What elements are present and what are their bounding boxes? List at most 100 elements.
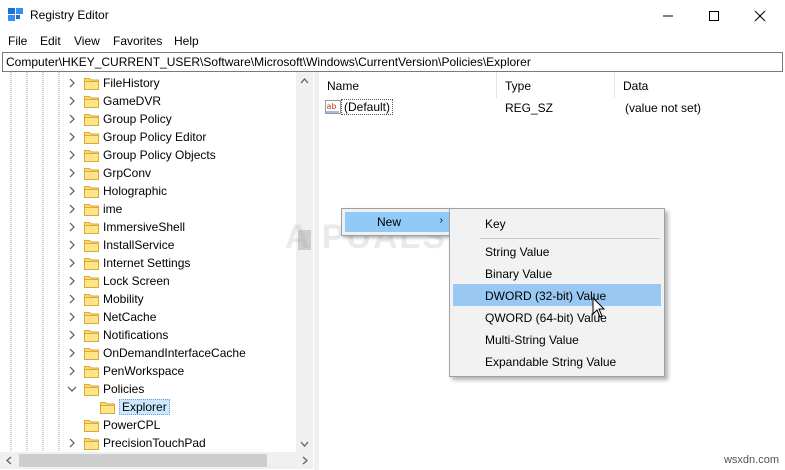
tree-item-label: Mobility [103,292,144,306]
chevron-right-icon[interactable] [66,74,78,92]
submenu-item-multi-string-value[interactable]: Multi-String Value [453,328,661,350]
chevron-right-icon[interactable] [66,182,78,200]
string-value-icon: ab [325,100,341,114]
chevron-right-icon[interactable] [66,326,78,344]
menu-view[interactable]: View [74,34,100,48]
tree-item[interactable]: GrpConv [0,164,296,182]
chevron-right-icon[interactable] [66,200,78,218]
tree-item-label: Internet Settings [103,256,191,270]
submenu-item-binary-value[interactable]: Binary Value [453,262,661,284]
menu-edit[interactable]: Edit [40,34,61,48]
tree-item-label: Policies [103,382,145,396]
folder-icon [84,222,99,234]
tree-item-label: InstallService [103,238,175,252]
tree-item[interactable]: Group Policy Editor [0,128,296,146]
column-header-data[interactable]: Data [615,72,785,98]
chevron-right-icon[interactable] [66,254,78,272]
chevron-right-icon[interactable] [66,290,78,308]
tree-vertical-scrollbar[interactable] [296,72,313,452]
menu-separator [480,238,660,239]
tree-item[interactable]: Group Policy [0,110,296,128]
folder-icon [84,240,99,252]
tree-item[interactable]: Group Policy Objects [0,146,296,164]
submenu-item-label: DWORD (32-bit) Value [485,289,607,303]
tree-item[interactable]: Internet Settings [0,254,296,272]
submenu-item-label: Multi-String Value [485,333,579,347]
svg-text:ab: ab [327,102,337,111]
mouse-cursor-icon [592,297,606,318]
tree-item[interactable]: Lock Screen [0,272,296,290]
chevron-right-icon[interactable] [66,164,78,182]
chevron-right-icon[interactable] [66,128,78,146]
horizontal-scroll-thumb[interactable] [19,454,267,467]
chevron-up-icon [300,77,309,83]
menu-file[interactable]: File [8,34,27,48]
submenu-item-label: Key [485,217,506,231]
minimize-button[interactable] [645,0,691,31]
submenu-item-expandable-string-value[interactable]: Expandable String Value [453,350,661,372]
tree-item[interactable]: ImmersiveShell [0,218,296,236]
tree-item-label: Explorer [119,399,170,415]
chevron-down-icon[interactable] [66,380,78,398]
value-type: REG_SZ [505,101,554,115]
tree-item-label: Holographic [103,184,168,198]
column-header-name[interactable]: Name [319,72,496,98]
tree-item[interactable]: NetCache [0,308,296,326]
tree-item-label: Group Policy Editor [103,130,207,144]
menu-help[interactable]: Help [174,34,199,48]
close-icon [754,10,766,21]
tree-item[interactable]: Policies [0,380,296,398]
chevron-right-icon[interactable] [66,146,78,164]
folder-icon [84,294,99,306]
tree-item[interactable]: PenWorkspace [0,362,296,380]
scroll-up-button[interactable] [296,72,313,89]
tree-item[interactable]: Mobility [0,290,296,308]
folder-icon [84,384,99,396]
tree-item[interactable]: PowerCPL [0,416,296,434]
tree-item[interactable]: OnDemandInterfaceCache [0,344,296,362]
chevron-right-icon[interactable] [66,92,78,110]
tree-item-label: Group Policy Objects [103,148,216,162]
submenu-item-string-value[interactable]: String Value [453,240,661,262]
tree-item[interactable]: Notifications [0,326,296,344]
tree-item[interactable]: GameDVR [0,92,296,110]
address-bar[interactable]: Computer\HKEY_CURRENT_USER\Software\Micr… [2,52,783,72]
title-bar: Registry Editor [0,0,785,31]
tree-item[interactable]: InstallService [0,236,296,254]
maximize-button[interactable] [691,0,737,31]
submenu-item-dword-value[interactable]: DWORD (32-bit) Value [453,284,661,306]
column-header-type[interactable]: Type [497,72,614,98]
chevron-right-icon[interactable] [66,362,78,380]
tree-item-label: FileHistory [103,76,160,90]
chevron-right-icon[interactable] [66,308,78,326]
tree-item-label: Notifications [103,328,169,342]
list-row-default[interactable]: ab (Default) REG_SZ (value not set) [319,98,785,116]
tree-item-label: GrpConv [103,166,152,180]
tree-item[interactable]: Holographic [0,182,296,200]
tree-item[interactable]: FileHistory [0,74,296,92]
folder-icon [84,420,99,432]
tree-item[interactable]: ime [0,200,296,218]
submenu-item-label: QWORD (64-bit) Value [485,311,607,325]
submenu-item-qword-value[interactable]: QWORD (64-bit) Value [453,306,661,328]
menu-item-new[interactable]: New › [345,212,449,232]
chevron-right-icon[interactable] [66,434,78,452]
tree-item[interactable]: PrecisionTouchPad [0,434,296,452]
chevron-right-icon[interactable] [66,272,78,290]
tree-item[interactable]: Explorer [0,398,296,416]
chevron-right-icon[interactable] [66,344,78,362]
scroll-left-button[interactable] [0,452,17,469]
submenu-item-key[interactable]: Key [453,212,661,234]
folder-icon [84,168,99,180]
column-header-type-label: Type [505,79,532,93]
chevron-right-icon[interactable] [66,218,78,236]
scroll-right-button[interactable] [296,452,313,469]
close-button[interactable] [737,0,783,31]
menu-favorites[interactable]: Favorites [113,34,162,48]
chevron-right-icon[interactable] [66,110,78,128]
registry-tree[interactable]: FileHistory GameDVR Group Policy Group Poli… [0,72,314,470]
site-watermark: wsxdn.com [723,454,779,466]
tree-horizontal-scrollbar[interactable] [0,452,313,469]
chevron-right-icon[interactable] [66,236,78,254]
scroll-down-button[interactable] [296,435,313,452]
